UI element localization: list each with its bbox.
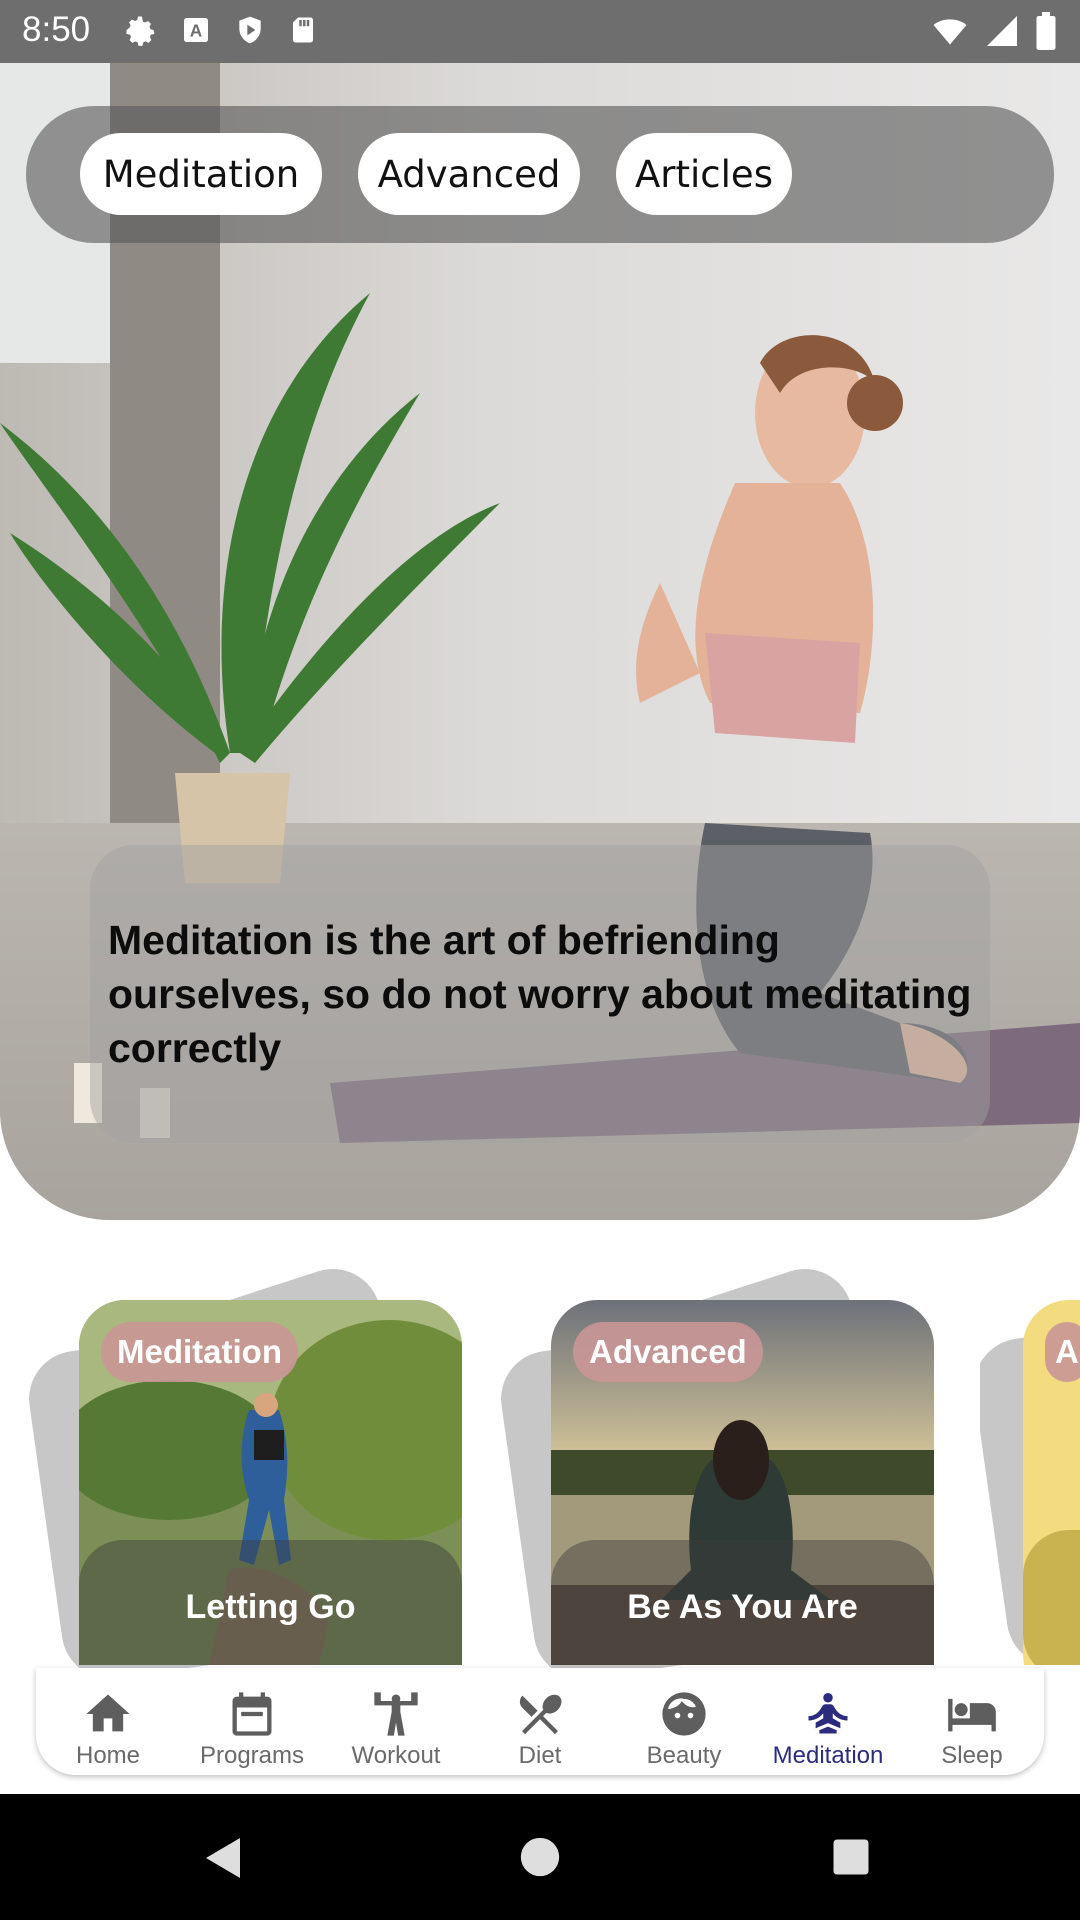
nav-sleep[interactable]: Sleep — [900, 1668, 1044, 1775]
quote-text: Meditation is the art of befriending our… — [108, 917, 972, 1071]
nav-label: Programs — [199, 1742, 305, 1769]
nav-label: Diet — [518, 1742, 562, 1769]
fork-knife-icon — [519, 1694, 562, 1735]
weightlifter-icon — [374, 1692, 418, 1736]
card-tag: A — [1045, 1322, 1080, 1382]
card-title-bar: Be As You Are — [551, 1540, 934, 1665]
quote-card: Meditation is the art of befriending our… — [90, 845, 990, 1143]
status-icons-left: A — [122, 12, 318, 48]
recents-icon[interactable] — [830, 1836, 872, 1878]
face-icon — [662, 1692, 706, 1736]
battery-icon — [1036, 12, 1056, 50]
signal-icon — [987, 16, 1017, 46]
nav-label: Beauty — [646, 1742, 722, 1769]
nav-label: Sleep — [941, 1742, 1003, 1769]
bed-icon — [948, 1698, 996, 1732]
nav-beauty[interactable]: Beauty — [612, 1668, 756, 1775]
calendar-icon — [232, 1692, 272, 1736]
card-tag: Meditation — [101, 1322, 298, 1382]
chip-articles[interactable]: Articles — [616, 133, 792, 215]
nav-label: Home — [75, 1742, 141, 1769]
nav-home[interactable]: Home — [36, 1668, 180, 1775]
card-title-bar: Letting Go — [79, 1540, 462, 1665]
nav-label: Meditation — [772, 1742, 884, 1769]
card-image: Advanced Be As You Are — [551, 1300, 934, 1665]
card-title: Letting Go — [185, 1588, 356, 1626]
sd-card-icon — [293, 17, 313, 43]
session-card-partial[interactable]: A — [980, 1255, 1080, 1665]
chip-meditation[interactable]: Meditation — [80, 133, 322, 215]
meditation-icon — [808, 1692, 848, 1734]
system-navigation-bar — [0, 1794, 1080, 1920]
session-card-letting-go[interactable]: Meditation Letting Go — [22, 1255, 462, 1685]
chip-advanced[interactable]: Advanced — [358, 133, 580, 215]
gear-icon — [126, 16, 155, 46]
home-icon — [86, 1694, 130, 1732]
svg-text:A: A — [190, 21, 203, 41]
hero-banner: Meditation Advanced Articles Meditation … — [0, 63, 1080, 1220]
nav-label: Workout — [351, 1742, 441, 1769]
nav-diet[interactable]: Diet — [468, 1668, 612, 1775]
status-bar: 8:50 A — [0, 0, 1080, 63]
status-time: 8:50 — [22, 10, 91, 49]
category-chip-bar: Meditation Advanced Articles — [26, 106, 1054, 243]
shield-play-icon — [239, 16, 261, 44]
card-image: A — [1023, 1300, 1080, 1665]
bottom-navigation: Home Programs Workout Diet Beauty Medita… — [36, 1668, 1044, 1775]
card-image: Meditation Letting Go — [79, 1300, 462, 1665]
session-card-be-as-you-are[interactable]: Advanced Be As You Are — [494, 1255, 934, 1685]
nav-workout[interactable]: Workout — [324, 1668, 468, 1775]
wifi-icon — [933, 19, 967, 45]
home-circle-icon[interactable] — [517, 1834, 563, 1880]
status-icons-right — [930, 12, 1058, 50]
nav-programs[interactable]: Programs — [180, 1668, 324, 1775]
keyboard-a-icon: A — [184, 18, 208, 42]
card-tag: Advanced — [573, 1322, 763, 1382]
nav-meditation[interactable]: Meditation — [756, 1668, 900, 1775]
card-title-bar — [1023, 1530, 1080, 1665]
card-title: Be As You Are — [627, 1588, 858, 1626]
back-icon[interactable] — [200, 1834, 248, 1882]
